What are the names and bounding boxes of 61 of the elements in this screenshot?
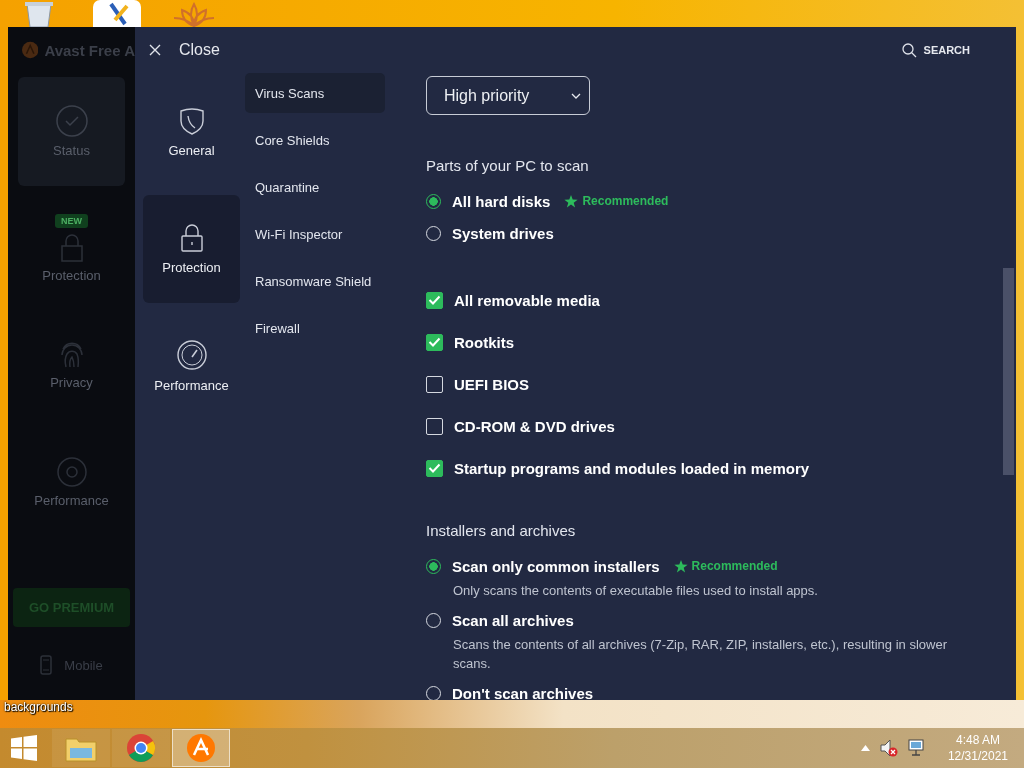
option-label: UEFI BIOS: [454, 375, 529, 393]
option-label: Rootkits: [454, 333, 514, 351]
nav-item[interactable]: NEW Protection: [18, 194, 125, 303]
checkbox[interactable]: [426, 375, 443, 393]
taskbar-app-button[interactable]: [172, 729, 230, 767]
option-label: Startup programs and modules loaded in memory: [454, 459, 810, 477]
avast-logo-icon: [22, 39, 39, 61]
subcategory-item[interactable]: Quarantine: [245, 167, 385, 207]
search-icon: [901, 42, 917, 58]
star-icon: [564, 194, 579, 208]
option-label: All removable media: [454, 291, 600, 309]
lock-icon: [60, 234, 83, 262]
close-icon: [149, 44, 161, 56]
speaker-muted-icon[interactable]: [879, 739, 898, 757]
category-tab[interactable]: Performance: [143, 312, 240, 420]
avast-icon: [186, 733, 216, 763]
option-description: Only scans the contents of executable files used to install apps.: [453, 582, 819, 600]
category-tab[interactable]: Protection: [143, 195, 240, 303]
phone-icon: [40, 655, 53, 675]
option-label: Scan only common installers: [452, 557, 660, 575]
subcategory-item[interactable]: Wi-Fi Inspector: [245, 214, 385, 254]
option-label: Scan all archives: [452, 611, 574, 629]
taskbar-app-button[interactable]: [112, 729, 170, 767]
lock-icon: [180, 223, 203, 252]
category-tab[interactable]: General: [143, 78, 240, 186]
subcategory-item[interactable]: Ransomware Shield: [245, 261, 385, 301]
windows-icon: [11, 735, 37, 761]
chevron-down-icon: [571, 92, 581, 99]
option-description: Scans the contents of all archives (7-Zip, RAR, ZIP, installers, etc.), resulting in slower scans.: [453, 636, 948, 673]
shield-icon: [178, 106, 205, 135]
section-title: Installers and archives: [426, 521, 577, 541]
network-icon[interactable]: [907, 739, 926, 757]
checkbox[interactable]: [426, 333, 443, 351]
subcategory-item[interactable]: Virus Scans: [245, 73, 385, 113]
section-title: Parts of your PC to scan: [426, 156, 590, 176]
subcategory-item[interactable]: Firewall: [245, 308, 385, 348]
option-label: System drives: [452, 224, 554, 242]
check-circle-icon: [55, 105, 88, 137]
star-icon: [673, 559, 688, 573]
close-button[interactable]: Close: [149, 41, 220, 59]
app-icon[interactable]: [93, 0, 141, 27]
recommended-tag: Recommended: [691, 559, 778, 573]
priority-dropdown[interactable]: High priority: [426, 76, 590, 115]
option-label: Don't scan archives: [452, 684, 594, 700]
app-title: Avast Free A: [44, 41, 135, 59]
checkbox[interactable]: [426, 417, 443, 435]
option-label: CD-ROM & DVD drives: [454, 417, 615, 435]
recommended-tag: Recommended: [582, 194, 669, 208]
scrollbar-thumb[interactable]: [1003, 268, 1014, 475]
new-badge: NEW: [55, 214, 88, 228]
gauge-icon: [56, 457, 87, 487]
radio-button[interactable]: [426, 558, 441, 574]
chrome-icon: [126, 733, 156, 763]
gauge-icon: [176, 339, 207, 370]
search-button[interactable]: SEARCH: [901, 42, 970, 58]
checkbox[interactable]: [426, 291, 443, 309]
subcategory-item[interactable]: Core Shields: [245, 120, 385, 160]
checkbox[interactable]: [426, 459, 443, 477]
radio-button[interactable]: [426, 193, 441, 209]
fingerprint-icon: [58, 341, 85, 369]
option-label: All hard disks: [452, 192, 551, 210]
